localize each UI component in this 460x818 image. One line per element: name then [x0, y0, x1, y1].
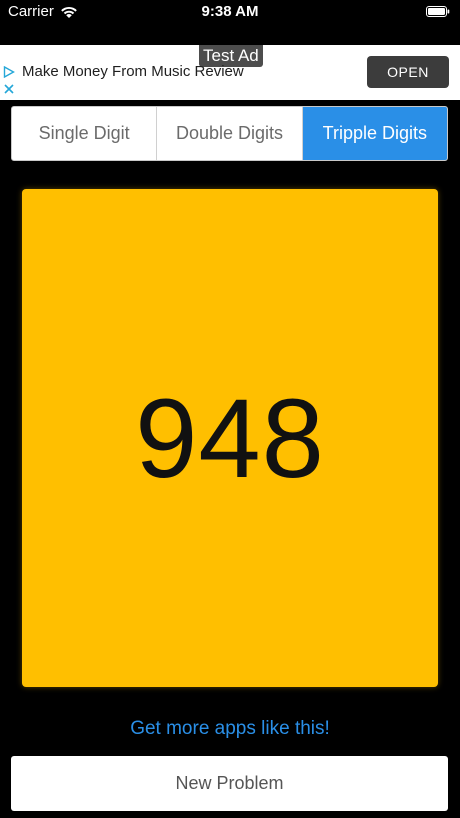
ad-choices-icon[interactable] [3, 66, 15, 78]
number-display: 948 [135, 375, 325, 501]
status-bar: Carrier 9:38 AM [0, 0, 460, 44]
new-problem-button[interactable]: New Problem [11, 756, 448, 811]
digit-mode-selector: Single Digit Double Digits Tripple Digit… [11, 106, 448, 161]
clock: 9:38 AM [201, 3, 259, 20]
ad-headline[interactable]: Make Money From Music Review [22, 63, 244, 80]
number-card: 948 [22, 189, 438, 687]
segment-single-digit[interactable]: Single Digit [12, 107, 158, 160]
segment-tripple-digits[interactable]: Tripple Digits [302, 107, 447, 160]
ad-close-icon[interactable] [3, 83, 15, 95]
battery-icon [426, 6, 450, 17]
ad-open-button[interactable]: OPEN [367, 56, 449, 88]
segment-double-digits[interactable]: Double Digits [157, 107, 303, 160]
more-apps-link[interactable]: Get more apps like this! [0, 718, 460, 740]
ad-banner[interactable]: Test Ad Make Money From Music Review OPE… [0, 45, 460, 100]
